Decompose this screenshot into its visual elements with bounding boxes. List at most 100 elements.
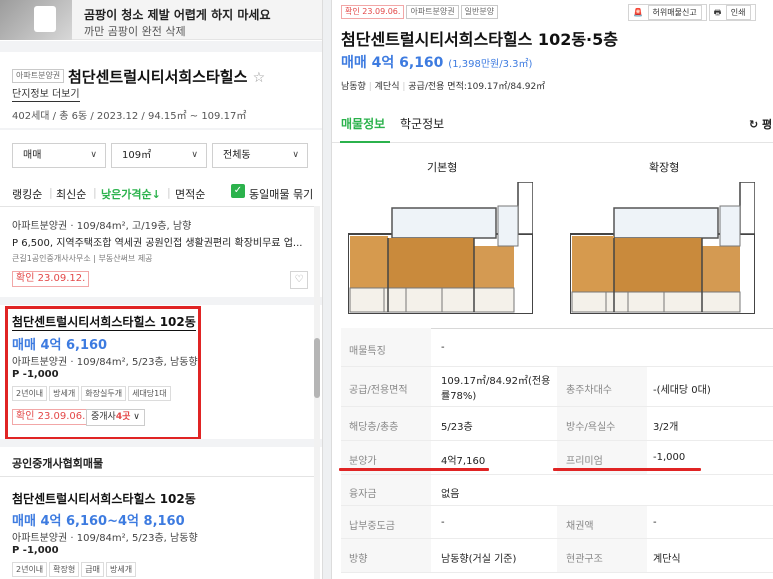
building-select[interactable]: 전체동 ∨ — [212, 143, 308, 168]
feature-chips: 2년이내 확장형 급매 방세개 — [12, 562, 138, 577]
chevron-down-icon: ∨ — [90, 150, 97, 160]
feature-chip: 방세개 — [49, 386, 80, 401]
row-key: 프리미엄 — [566, 456, 603, 467]
detail-tags: 확인 23.09.06. 아파트분양권 일반분양 — [341, 4, 500, 19]
row-key: 매물특징 — [349, 346, 386, 357]
confirm-badge: 확인 23.09.06. — [12, 409, 90, 425]
meta-direction: 남동향 — [341, 82, 366, 92]
sort-divider: | — [167, 186, 171, 199]
report-button[interactable]: 🚨 허위매물신고 — [628, 4, 707, 21]
sort-divider: | — [49, 186, 53, 199]
detail-price-unit: (1,398만원/3.3㎡) — [448, 59, 533, 70]
row-key: 해당층/총층 — [349, 422, 399, 433]
floor-plan-basic[interactable] — [348, 182, 533, 314]
sort-latest[interactable]: 최신순 — [56, 186, 86, 202]
row-key: 채권액 — [566, 521, 594, 532]
underline-highlight — [339, 468, 489, 471]
chevron-down-icon: ∨ — [292, 150, 299, 160]
confirm-badge: 확인 23.09.12. — [12, 271, 90, 287]
listing-desc: P 6,500, 지역주택조합 역세권 공원인접 생활권편리 확장비무료 업..… — [12, 238, 303, 249]
listing-sub: 아파트분양권 · 109/84m², 5/23층, 남동향 — [12, 533, 198, 544]
listing-item[interactable]: 첨단센트럴시티서희스타힐스 102동 매매 4억 6,160~4억 8,160 … — [0, 477, 322, 579]
underline-highlight — [553, 468, 701, 471]
table-row: 매물특징 - — [341, 328, 773, 367]
listing-item[interactable]: 아파트분양권 · 109/84m², 고/19층, 남향 P 6,500, 지역… — [0, 207, 322, 297]
active-tab-indicator — [340, 141, 390, 143]
scrollbar-thumb[interactable] — [314, 338, 320, 398]
group-same-checkbox[interactable]: ✓ — [231, 184, 245, 198]
gap — [0, 297, 322, 305]
feature-chip: 급매 — [81, 562, 104, 577]
listing-name[interactable]: 첨단센트럴시티서희스타힐스 102동 — [12, 315, 196, 331]
area-select[interactable]: 109㎡ ∨ — [111, 143, 207, 168]
row-value: - — [653, 517, 657, 528]
row-value: 남동향(거실 기준) — [441, 554, 517, 565]
table-row: 해당층/총층 5/23층 방수/욕실수 3/2개 — [341, 407, 773, 441]
row-key: 융자금 — [349, 489, 377, 500]
table-row: 공급/전용면적 109.17㎡/84.92㎡(전용 률78%) 총주차대수 -(… — [341, 367, 773, 407]
row-key: 납부중도금 — [349, 521, 395, 532]
listing-price: 매매 4억 6,160~4억 8,160 — [12, 514, 185, 529]
feature-chip: 2년이내 — [12, 562, 48, 577]
listing-desc: P -1,000 — [12, 545, 59, 556]
favorite-star-icon[interactable]: ☆ — [253, 70, 266, 86]
sort-divider: | — [93, 186, 97, 199]
trade-type-value: 매매 — [23, 150, 42, 161]
agent-count-value: 4곳 — [115, 412, 131, 422]
confirm-tag: 확인 23.09.06. — [341, 5, 405, 19]
row-key: 방수/욕실수 — [566, 422, 616, 433]
agent-count-button[interactable]: 중개사4곳 ∨ — [86, 409, 145, 426]
ad-thumbnail — [0, 0, 72, 40]
sale-tag: 일반분양 — [460, 5, 499, 19]
plan-label-basic: 기본형 — [427, 161, 458, 174]
row-key: 방향 — [349, 554, 368, 565]
heart-icon[interactable]: ♡ — [290, 271, 308, 289]
report-label: 허위매물신고 — [647, 5, 702, 20]
listing-name[interactable]: 첨단센트럴시티서희스타힐스 102동 — [12, 490, 196, 507]
trade-type-select[interactable]: 매매 ∨ — [12, 143, 106, 168]
plan-label-extended: 확장형 — [649, 161, 680, 174]
meta-divider: | — [402, 82, 406, 92]
row-key: 분양가 — [349, 456, 377, 467]
listing-desc: P -1,000 — [12, 369, 59, 380]
sort-bar: 랭킹순 | 최신순 | 낮은가격순↓ | 면적순 ✓ 동일매물 묶기 — [0, 178, 322, 206]
row-value-line2: 률78%) — [441, 391, 477, 402]
row-value: 3/2개 — [653, 422, 679, 433]
listing-item[interactable]: 첨단센트럴시티서희스타힐스 102동 매매 4억 6,160 아파트분양권 · … — [0, 305, 322, 439]
complex-type-tag: 아파트분양권 — [12, 69, 65, 83]
group-same-label[interactable]: 동일매물 묶기 — [249, 186, 313, 202]
row-key: 공급/전용면적 — [349, 385, 408, 396]
meta-divider: | — [368, 82, 372, 92]
area-value: 109㎡ — [122, 150, 152, 161]
sort-low-price[interactable]: 낮은가격순↓ — [101, 186, 161, 202]
meta-structure: 계단식 — [374, 82, 400, 92]
complex-info: 402세대 / 총 6동 / 2023.12 / 94.15㎡ ~ 109.17… — [12, 111, 247, 122]
detail-price: 매매 4억 6,160 (1,398만원/3.3㎡) — [341, 52, 532, 72]
table-row: 납부중도금 - 채권액 - — [341, 506, 773, 539]
floor-plan-extended[interactable] — [570, 182, 755, 314]
complex-name: 첨단센트럴시티서희스타힐스 ☆ — [68, 66, 265, 87]
print-button[interactable]: 🖶 인쇄 — [708, 4, 756, 21]
agent-count-label: 중개사 — [91, 412, 116, 422]
sort-area[interactable]: 면적순 — [175, 186, 205, 202]
ad-banner[interactable]: 곰팡이 청소 제발 어렵게 하지 마세요 까만 곰팡이 완전 삭제 — [0, 0, 322, 40]
feature-chip: 화장실두개 — [81, 386, 127, 401]
meta-area: 공급/전용 면적:109.17㎡/84.92㎡ — [408, 82, 546, 92]
ad-subtitle: 까만 곰팡이 완전 삭제 — [84, 25, 186, 38]
tab-school-info[interactable]: 학군정보 — [400, 115, 444, 132]
tab-listing-info[interactable]: 매물정보 — [341, 115, 385, 132]
row-value: 5/23층 — [441, 422, 473, 433]
chevron-down-icon: ∨ — [191, 150, 198, 160]
row-value: -1,000 — [653, 452, 686, 463]
type-tag: 아파트분양권 — [406, 5, 459, 19]
detail-meta: 남동향 | 계단식 | 공급/전용 면적:109.17㎡/84.92㎡ — [341, 79, 545, 92]
panel-divider — [322, 0, 332, 579]
row-value: - — [441, 517, 445, 528]
table-row: 방향 남동향(거실 기준) 현관구조 계단식 — [341, 539, 773, 573]
row-key: 현관구조 — [566, 554, 603, 565]
building-value: 전체동 — [223, 150, 251, 161]
complex-more-link[interactable]: 단지정보 더보기 — [12, 89, 80, 102]
sort-ranking[interactable]: 랭킹순 — [12, 186, 42, 202]
listing-sub: 아파트분양권 · 109/84m², 5/23층, 남동향 — [12, 357, 198, 368]
refresh-button[interactable]: ↻ 평 — [749, 116, 772, 132]
